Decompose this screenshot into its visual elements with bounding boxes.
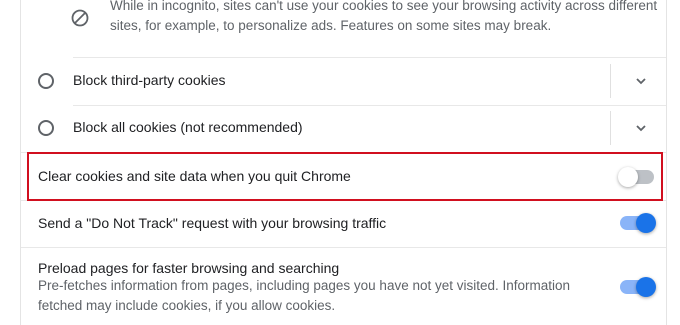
chevron-down-icon[interactable] xyxy=(631,71,651,91)
option-label: Block all cookies (not recommended) xyxy=(73,119,303,135)
incognito-info-text: While in incognito, sites can't use your… xyxy=(110,0,658,33)
option-label: Block third-party cookies xyxy=(73,72,226,88)
separator xyxy=(610,111,611,145)
incognito-info: While in incognito, sites can't use your… xyxy=(21,0,666,57)
highlight-box xyxy=(27,152,663,201)
preload-label: Preload pages for faster browsing and se… xyxy=(38,260,340,276)
option-block-third-party[interactable]: Block third-party cookies xyxy=(21,58,666,104)
chevron-down-icon[interactable] xyxy=(631,118,651,138)
radio-block-third-party[interactable] xyxy=(38,73,54,89)
toggle-knob xyxy=(636,213,656,233)
settings-page: While in incognito, sites can't use your… xyxy=(0,0,680,325)
option-block-all[interactable]: Block all cookies (not recommended) xyxy=(21,105,666,151)
do-not-track-row[interactable]: Send a "Do Not Track" request with your … xyxy=(21,200,666,247)
do-not-track-label: Send a "Do Not Track" request with your … xyxy=(38,215,387,231)
do-not-track-toggle[interactable] xyxy=(620,213,656,233)
preload-toggle[interactable] xyxy=(620,277,656,297)
preload-row[interactable]: Preload pages for faster browsing and se… xyxy=(21,247,666,325)
preload-description: Pre-fetches information from pages, incl… xyxy=(38,278,571,313)
radio-block-all[interactable] xyxy=(38,120,54,136)
block-icon xyxy=(71,9,89,27)
toggle-knob xyxy=(636,277,656,297)
separator xyxy=(610,64,611,98)
